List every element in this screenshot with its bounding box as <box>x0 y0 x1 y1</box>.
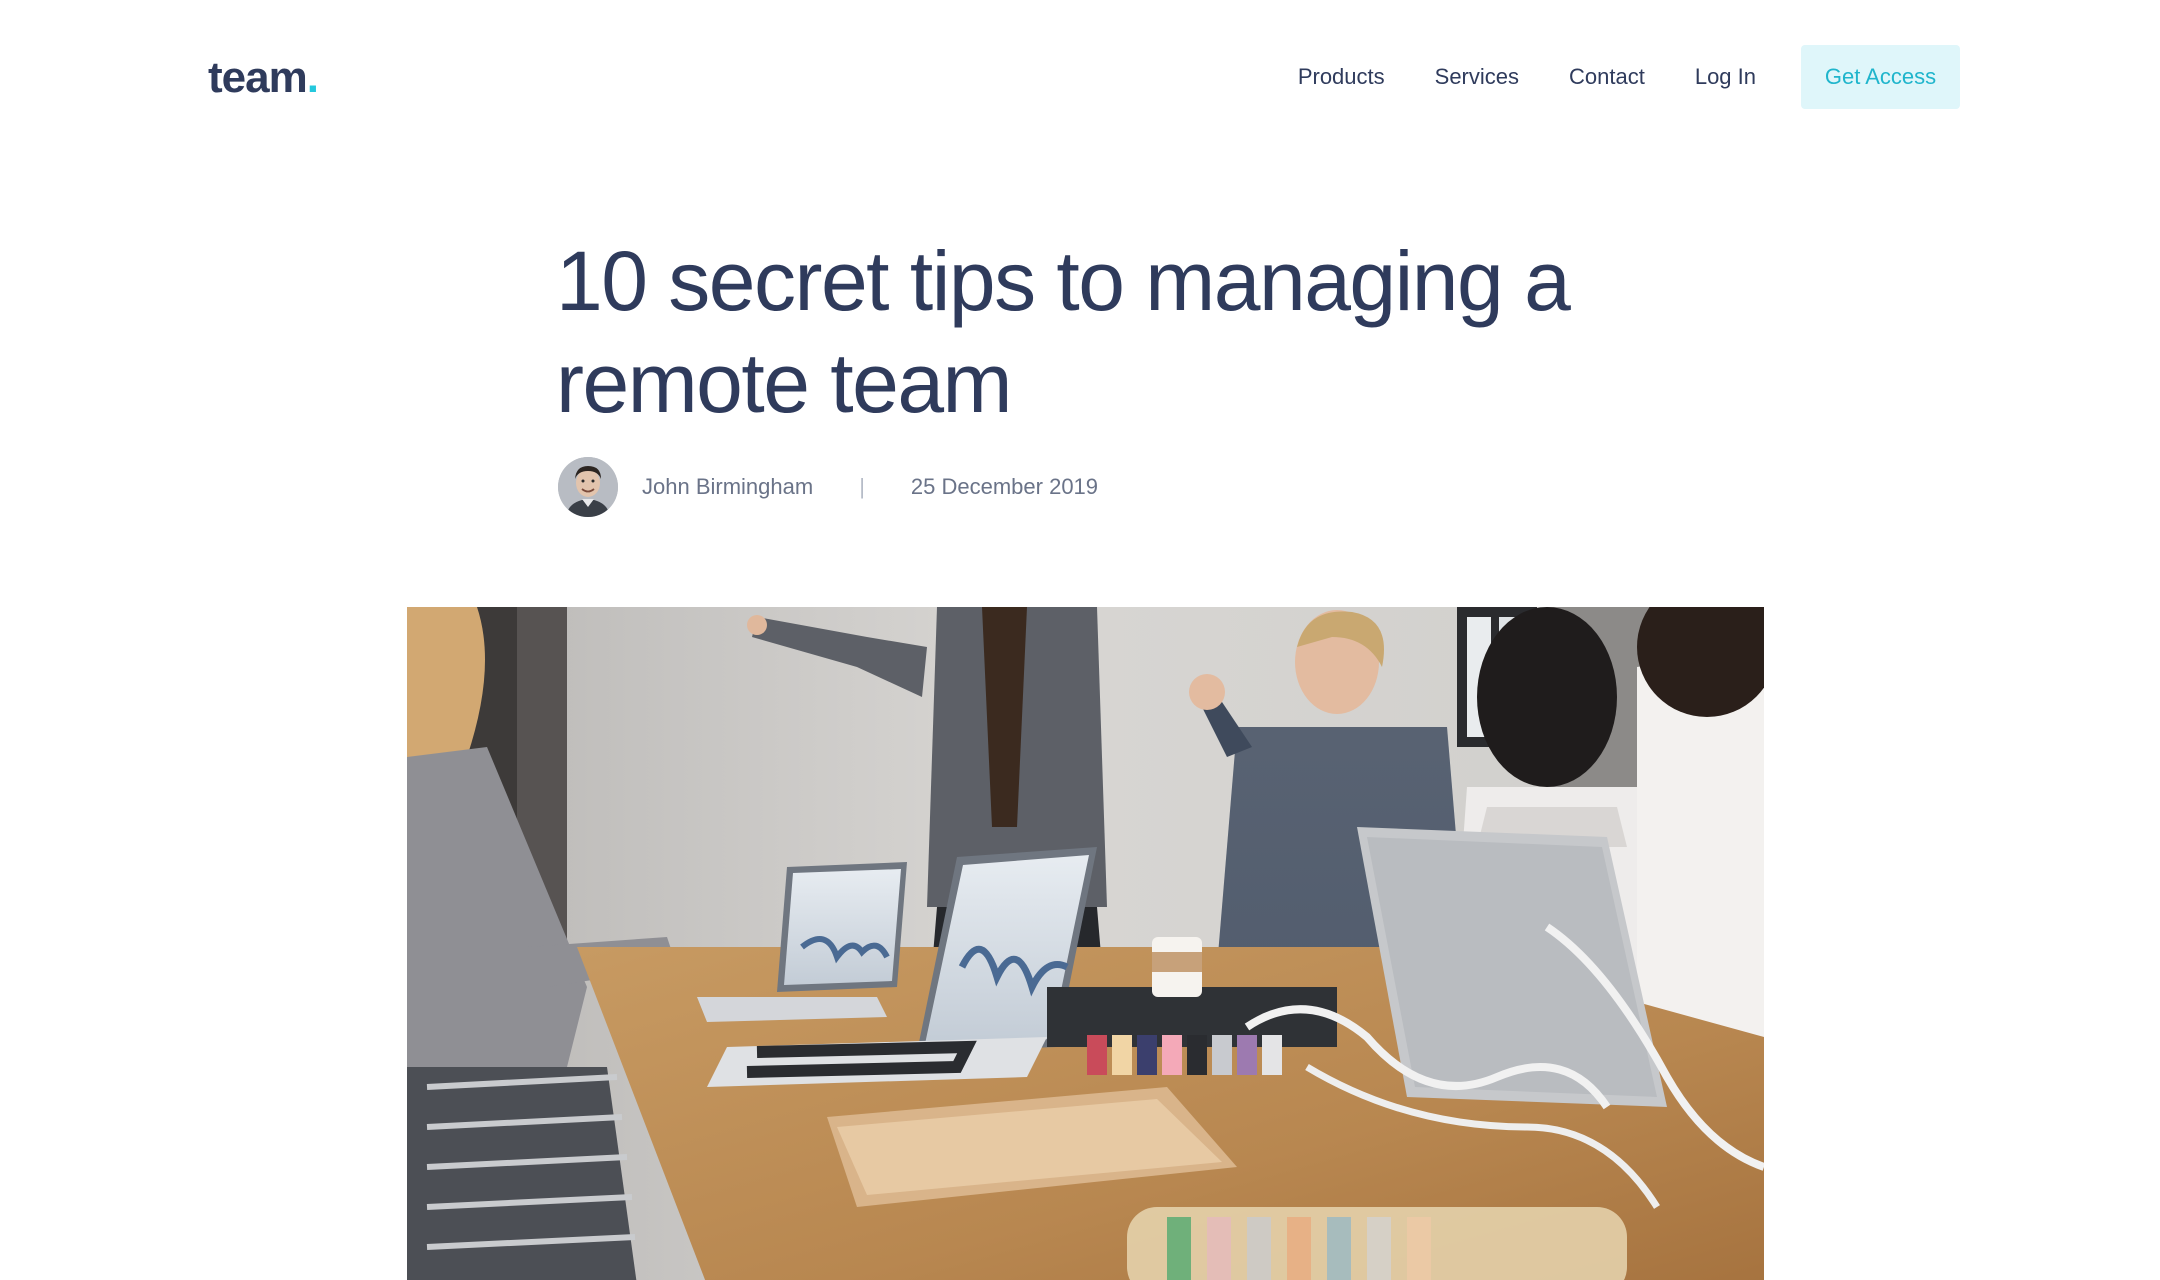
author-name[interactable]: John Birmingham <box>642 474 813 500</box>
main-nav: Products Services Contact Log In Get Acc… <box>1298 45 1960 109</box>
meta-separator: | <box>859 474 865 499</box>
team-meeting-photo-icon <box>407 607 1764 1280</box>
logo[interactable]: team. <box>208 46 319 110</box>
logo-text: team <box>208 53 308 102</box>
article-meta: John Birmingham | 25 December 2019 <box>558 457 1098 517</box>
nav-log-in[interactable]: Log In <box>1695 45 1756 109</box>
nav-products[interactable]: Products <box>1298 45 1385 109</box>
publish-date: 25 December 2019 <box>910 474 1099 499</box>
author-avatar <box>558 457 618 517</box>
nav-contact[interactable]: Contact <box>1569 45 1645 109</box>
hero-image <box>407 607 1764 1280</box>
get-access-button[interactable]: Get Access <box>1801 45 1960 109</box>
page: team. Products Services Contact Log In G… <box>0 0 2160 1280</box>
avatar-icon <box>558 457 618 517</box>
article-title: 10 secret tips to managing a remote team <box>556 234 1571 430</box>
logo-dot: . <box>306 53 319 102</box>
nav-services[interactable]: Services <box>1435 45 1519 109</box>
